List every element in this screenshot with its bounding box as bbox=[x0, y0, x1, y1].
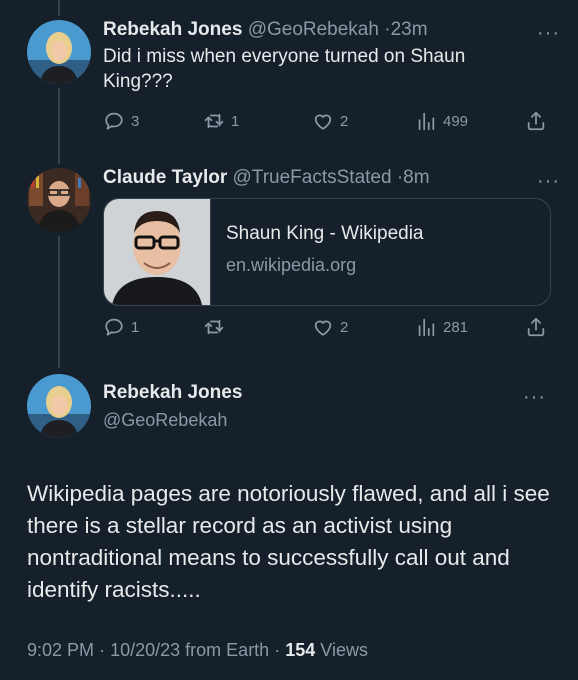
link-card[interactable]: Shaun King - Wikipedia en.wikipedia.org bbox=[103, 198, 551, 306]
tweet-meta: 9:02 PM · 10/20/23 from Earth · 154 View… bbox=[27, 640, 368, 661]
tweet-text: Did i miss when everyone turned on Shaun… bbox=[103, 46, 466, 92]
link-card-title: Shaun King - Wikipedia bbox=[226, 223, 424, 244]
avatar[interactable] bbox=[27, 374, 91, 438]
thread-line-top bbox=[58, 0, 60, 16]
retweet-icon bbox=[203, 110, 225, 132]
views-icon bbox=[415, 316, 437, 338]
tweet-1[interactable]: Rebekah Jones @GeoRebekah ·23m ··· Did i… bbox=[103, 18, 560, 94]
views-button[interactable]: 281 bbox=[415, 316, 468, 338]
link-card-domain: en.wikipedia.org bbox=[226, 255, 357, 275]
retweet-icon bbox=[203, 316, 225, 338]
like-icon bbox=[312, 316, 334, 338]
share-icon bbox=[525, 316, 547, 338]
like-count: 2 bbox=[340, 112, 349, 130]
more-icon[interactable]: ··· bbox=[537, 23, 560, 43]
tweet-2-header: Claude Taylor @TrueFactsStated ·8m bbox=[103, 166, 560, 190]
reply-button[interactable]: 3 bbox=[103, 110, 139, 132]
author-name[interactable]: Claude Taylor bbox=[103, 167, 227, 188]
avatar[interactable] bbox=[27, 20, 91, 84]
more-icon[interactable]: ··· bbox=[537, 171, 560, 191]
author-name[interactable]: Rebekah Jones bbox=[103, 19, 242, 40]
views-icon bbox=[415, 110, 437, 132]
tweet-2[interactable]: Claude Taylor @TrueFactsStated ·8m ··· bbox=[103, 166, 560, 191]
reply-icon bbox=[103, 110, 125, 132]
like-button[interactable]: 2 bbox=[312, 110, 348, 132]
share-icon bbox=[525, 110, 547, 132]
tweet-time[interactable]: 9:02 PM bbox=[27, 640, 94, 660]
author-handle[interactable]: @GeoRebekah bbox=[248, 19, 379, 40]
tweet-1-actions: 3 1 2 499 bbox=[103, 110, 553, 136]
thread-line-2 bbox=[58, 236, 60, 368]
like-button[interactable]: 2 bbox=[312, 316, 348, 338]
tweet-date[interactable]: 10/20/23 bbox=[110, 640, 180, 660]
views-label: Views bbox=[320, 640, 368, 660]
views-count: 499 bbox=[443, 112, 469, 130]
tweet-1-header: Rebekah Jones @GeoRebekah ·23m bbox=[103, 18, 560, 42]
separator-dot: · bbox=[99, 640, 106, 660]
retweet-button[interactable]: 1 bbox=[203, 110, 239, 132]
thread-line-1 bbox=[58, 88, 60, 164]
retweet-count: 1 bbox=[231, 112, 240, 130]
timestamp[interactable]: 8m bbox=[403, 167, 429, 188]
share-button[interactable] bbox=[525, 110, 547, 132]
views-count: 154 bbox=[285, 640, 316, 660]
views-count: 281 bbox=[443, 318, 469, 336]
avatar[interactable] bbox=[27, 168, 91, 232]
link-card-image bbox=[104, 199, 211, 305]
separator-dot: · bbox=[274, 640, 281, 660]
tweet-2-actions: 1 2 281 bbox=[103, 316, 553, 342]
views-button[interactable]: 499 bbox=[415, 110, 468, 132]
like-count: 2 bbox=[340, 318, 349, 336]
share-button[interactable] bbox=[525, 316, 547, 338]
more-icon[interactable]: ··· bbox=[523, 387, 546, 407]
reply-icon bbox=[103, 316, 125, 338]
like-icon bbox=[312, 110, 334, 132]
author-name[interactable]: Rebekah Jones bbox=[103, 382, 242, 404]
main-tweet-text: Wikipedia pages are notoriously flawed, … bbox=[27, 481, 550, 602]
timestamp[interactable]: 23m bbox=[391, 19, 428, 40]
reply-button[interactable]: 1 bbox=[103, 316, 139, 338]
retweet-button[interactable] bbox=[203, 316, 231, 338]
author-handle[interactable]: @GeoRebekah bbox=[103, 410, 227, 431]
author-handle[interactable]: @TrueFactsStated bbox=[233, 167, 392, 188]
reply-count: 3 bbox=[131, 112, 140, 130]
tweet-source: from Earth bbox=[185, 640, 270, 660]
reply-count: 1 bbox=[131, 318, 140, 336]
